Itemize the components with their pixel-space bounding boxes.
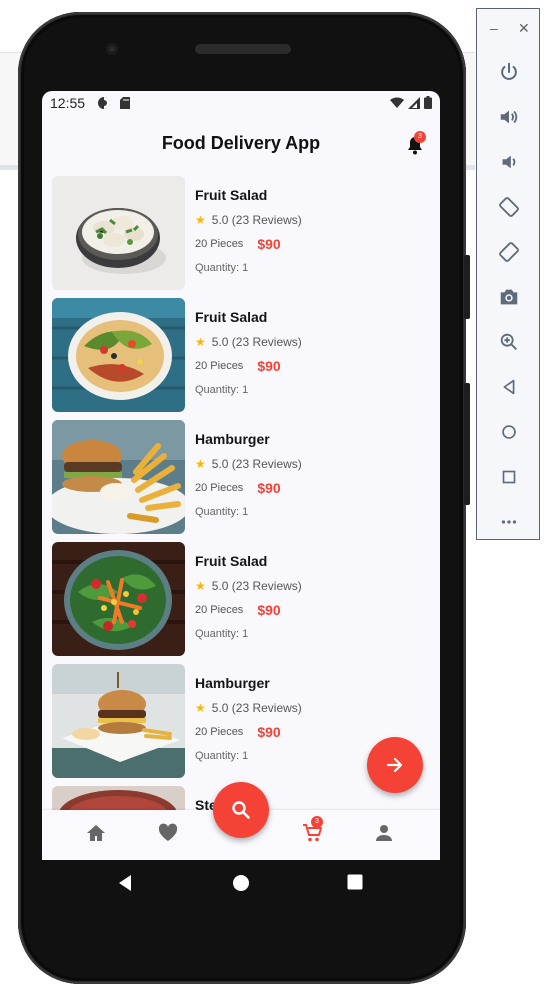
pieces-text: 20 Pieces — [195, 604, 244, 616]
food-name: Fruit Salad — [195, 309, 268, 325]
pieces-text: 20 Pieces — [195, 482, 244, 494]
food-name: Fruit Salad — [195, 187, 268, 203]
volume-down-icon — [502, 155, 516, 168]
nav-home[interactable] — [85, 822, 109, 846]
food-name: Hamburger — [195, 431, 270, 447]
volume-up-icon — [500, 110, 518, 123]
quantity-text: Quantity: 1 — [195, 628, 249, 640]
cart-badge: 3 — [311, 816, 323, 828]
food-name: Fruit Salad — [195, 553, 268, 569]
home-circle-icon — [502, 424, 516, 439]
rotate-left-icon — [499, 196, 519, 217]
overview-icon[interactable] — [347, 874, 363, 890]
camera-icon — [500, 289, 518, 304]
overview-icon — [502, 470, 516, 483]
rating-text: 5.0 (23 Reviews) — [211, 213, 302, 227]
price-text: $90 — [257, 236, 281, 252]
signal-icon — [408, 96, 420, 109]
price-text: $90 — [257, 480, 281, 496]
nav-profile[interactable] — [373, 822, 397, 846]
list-item[interactable]: Fruit Salad ★ 5.0 (23 Reviews) 20 Pieces $… — [52, 176, 432, 290]
zoom-icon — [500, 333, 517, 350]
search-button[interactable] — [213, 782, 269, 838]
more-button[interactable] — [477, 499, 541, 544]
phone-volume-key — [464, 383, 470, 505]
quantity-text: Quantity: 1 — [195, 262, 249, 274]
rating-text: 5.0 (23 Reviews) — [211, 579, 302, 593]
rating-text: 5.0 (23 Reviews) — [211, 701, 302, 715]
price-text: $90 — [257, 724, 281, 740]
food-image — [52, 176, 185, 290]
data-saver-icon — [98, 97, 110, 109]
star-icon: ★ — [195, 701, 206, 715]
emulator-control-panel: – ✕ — [476, 8, 540, 540]
back-button[interactable] — [477, 364, 541, 409]
list-item[interactable]: Hamburger ★ 5.0 (23 Reviews) 20 Pieces $90… — [52, 420, 432, 534]
price-text: $90 — [257, 358, 281, 374]
pieces-text: 20 Pieces — [195, 360, 244, 372]
more-icon — [501, 519, 517, 524]
app-title: Food Delivery App — [161, 133, 321, 153]
status-bar: 12:55 — [42, 91, 440, 115]
rotate-left-button[interactable] — [477, 184, 541, 229]
food-image — [52, 542, 185, 656]
food-image — [52, 420, 185, 534]
overview-button[interactable] — [477, 454, 541, 499]
search-icon — [232, 801, 250, 819]
battery-icon — [424, 96, 432, 109]
food-image — [52, 664, 185, 778]
rating-text: 5.0 (23 Reviews) — [211, 335, 302, 349]
phone-power-key — [464, 255, 470, 319]
rating-text: 5.0 (23 Reviews) — [211, 457, 302, 471]
price-text: $90 — [257, 602, 281, 618]
nav-favorites[interactable] — [157, 822, 181, 846]
close-icon[interactable]: ✕ — [518, 21, 530, 35]
home-circle-icon[interactable] — [232, 874, 250, 892]
nav-cart[interactable]: 3 — [301, 816, 325, 846]
food-image — [52, 298, 185, 412]
home-icon — [87, 825, 105, 841]
phone-speaker — [195, 44, 291, 54]
volume-up-button[interactable] — [477, 94, 541, 139]
heart-icon — [158, 823, 178, 841]
person-icon — [376, 825, 392, 841]
list-item[interactable]: Fruit Salad ★ 5.0 (23 Reviews) 20 Pieces $… — [52, 542, 432, 656]
star-icon: ★ — [195, 335, 206, 349]
power-icon — [501, 62, 517, 80]
quantity-text: Quantity: 1 — [195, 384, 249, 396]
power-button[interactable] — [477, 49, 541, 94]
list-item[interactable]: Fruit Salad ★ 5.0 (23 Reviews) 20 Pieces $… — [52, 298, 432, 412]
wifi-icon — [390, 96, 404, 108]
star-icon: ★ — [195, 579, 206, 593]
arrow-right-icon — [386, 757, 403, 773]
notification-button[interactable]: 3 — [406, 131, 426, 155]
rotate-right-button[interactable] — [477, 229, 541, 274]
minimize-icon[interactable]: – — [490, 21, 498, 35]
volume-down-button[interactable] — [477, 139, 541, 184]
quantity-text: Quantity: 1 — [195, 506, 249, 518]
status-time: 12:55 — [50, 95, 86, 111]
notification-badge: 3 — [414, 131, 426, 143]
pieces-text: 20 Pieces — [195, 726, 244, 738]
pieces-text: 20 Pieces — [195, 238, 244, 250]
food-name: Hamburger — [195, 675, 270, 691]
back-icon[interactable] — [117, 874, 133, 892]
next-button[interactable] — [367, 737, 423, 793]
zoom-button[interactable] — [477, 319, 541, 364]
back-icon — [503, 379, 515, 394]
star-icon: ★ — [195, 213, 206, 227]
app-screen: 12:55 Food Delivery App 3 Fruit Salad ★ … — [42, 91, 440, 860]
sd-card-icon — [120, 97, 130, 109]
rotate-right-icon — [499, 241, 519, 262]
front-camera — [106, 43, 118, 55]
screenshot-button[interactable] — [477, 274, 541, 319]
home-button[interactable] — [477, 409, 541, 454]
quantity-text: Quantity: 1 — [195, 750, 249, 762]
system-navigation-bar — [42, 860, 440, 908]
star-icon: ★ — [195, 457, 206, 471]
